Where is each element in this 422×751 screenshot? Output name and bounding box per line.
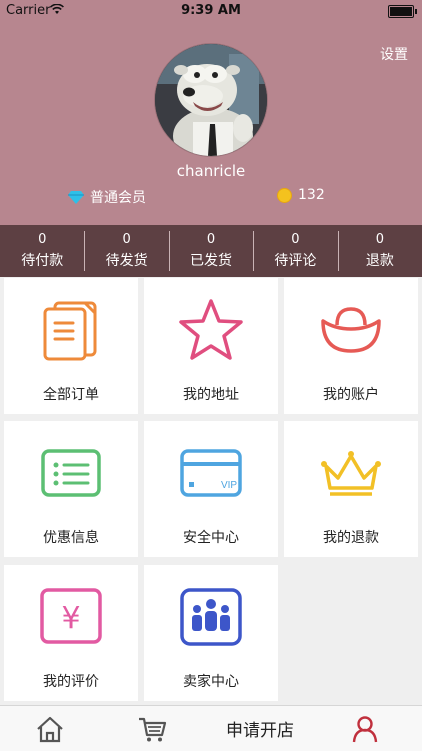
status-bar: Carrier 9:39 AM: [0, 0, 422, 22]
menu-label: 我的账户: [323, 387, 379, 403]
menu-promotions[interactable]: 优惠信息: [4, 421, 138, 557]
battery-icon: [388, 5, 417, 18]
menu-label: 我的退款: [323, 530, 379, 546]
coin-icon: [277, 187, 292, 203]
crown-icon: [321, 451, 381, 496]
order-pending-shipment[interactable]: 0 待发货: [84, 225, 168, 277]
menu-my-refunds[interactable]: 我的退款: [284, 421, 418, 557]
menu-my-account[interactable]: 我的账户: [284, 278, 418, 414]
member-level: 普通会员: [68, 187, 146, 207]
order-count: 0: [206, 232, 216, 247]
profile-header: Carrier 9:39 AM 设置 chanricle 普通会员 132: [0, 0, 422, 225]
diamond-icon: [68, 190, 84, 204]
order-count: 0: [38, 232, 47, 247]
order-count: 0: [375, 232, 384, 247]
order-label: 待评论: [274, 253, 317, 269]
settings-button[interactable]: 设置: [380, 44, 408, 64]
menu-my-reviews[interactable]: ¥ 我的评价: [4, 565, 138, 701]
menu-label: 优惠信息: [43, 530, 99, 546]
username: chanricle: [176, 162, 246, 180]
yen-symbol: ¥: [61, 601, 80, 636]
tab-cart[interactable]: [122, 706, 182, 751]
bear-avatar-image: [155, 44, 267, 156]
menu-label: 卖家中心: [183, 674, 239, 690]
menu-label: 我的评价: [43, 674, 99, 690]
order-shipped[interactable]: 0 已发货: [168, 225, 253, 277]
member-level-label: 普通会员: [90, 190, 146, 206]
menu-seller-center[interactable]: 卖家中心: [144, 565, 278, 701]
team-icon: [180, 588, 242, 646]
order-pending-review[interactable]: 0 待评论: [253, 225, 337, 277]
star-icon: [179, 299, 243, 360]
ingot-icon: [321, 307, 381, 353]
avatar[interactable]: [155, 44, 267, 156]
document-icon: [43, 301, 97, 361]
menu-label: 全部订单: [43, 387, 99, 403]
tab-home[interactable]: [20, 706, 80, 751]
vip-badge: VIP: [221, 480, 237, 491]
tab-profile[interactable]: [335, 706, 395, 751]
tab-apply-store[interactable]: 申请开店: [200, 706, 320, 751]
coin-balance: 132: [277, 187, 325, 203]
menu-all-orders[interactable]: 全部订单: [4, 278, 138, 414]
order-status-bar: 0 待付款 0 待发货 0 已发货 0 待评论 0 退款: [0, 225, 422, 277]
order-label: 退款: [365, 253, 394, 269]
list-icon: [41, 449, 101, 497]
clock: 9:39 AM: [181, 3, 241, 18]
yen-icon: ¥: [40, 588, 102, 644]
menu-my-address[interactable]: 我的地址: [144, 278, 278, 414]
menu-label: 我的地址: [183, 387, 239, 403]
order-label: 待付款: [21, 253, 64, 269]
order-label: 已发货: [190, 253, 233, 269]
order-count: 0: [291, 232, 300, 247]
user-icon: [352, 715, 378, 742]
order-label: 待发货: [105, 253, 148, 269]
vip-card-icon: VIP: [180, 449, 242, 497]
home-icon: [37, 716, 63, 742]
tab-bar: 申请开店: [0, 705, 422, 751]
order-refund[interactable]: 0 退款: [337, 225, 422, 277]
cart-icon: [139, 717, 167, 741]
coin-count: 132: [298, 187, 325, 203]
menu-label: 安全中心: [183, 530, 239, 546]
order-count: 0: [122, 232, 131, 247]
menu-security-center[interactable]: VIP 安全中心: [144, 421, 278, 557]
order-pending-payment[interactable]: 0 待付款: [0, 225, 84, 277]
